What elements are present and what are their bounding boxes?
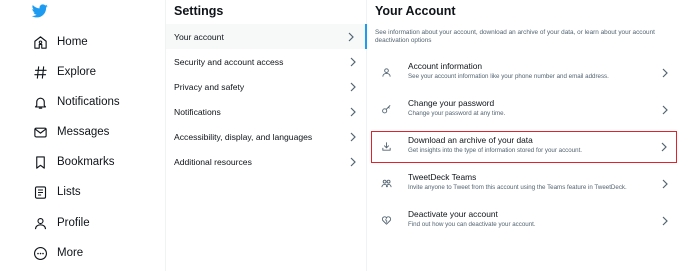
settings-item-label: Security and account access (174, 56, 284, 67)
nav-label-explore: Explore (57, 66, 96, 78)
tweetdeck-teams-item[interactable]: TweetDeck Teams Invite anyone to Tweet f… (371, 168, 677, 200)
chevron-right-icon (661, 142, 667, 152)
account-item-subtitle: Find out how you can deactivate your acc… (408, 221, 536, 228)
nav-home[interactable]: Home (32, 30, 88, 54)
left-navigation: Home Explore Notifications Messages Book… (0, 0, 165, 271)
nav-label-messages: Messages (57, 126, 110, 138)
hashtag-icon (32, 64, 48, 80)
settings-item-notifications[interactable]: Notifications (166, 99, 367, 124)
nav-label-notifications: Notifications (57, 96, 120, 108)
settings-title: Settings (174, 4, 224, 18)
settings-item-label: Accessibility, display, and languages (174, 131, 313, 142)
nav-lists[interactable]: Lists (32, 180, 81, 204)
settings-item-additional-resources[interactable]: Additional resources (166, 149, 367, 174)
account-item-title: Change your password (408, 98, 495, 108)
nav-bookmarks[interactable]: Bookmarks (32, 150, 115, 174)
account-item-subtitle: See your account information like your p… (408, 73, 609, 80)
settings-item-label: Privacy and safety (174, 81, 245, 92)
nav-more[interactable]: More (32, 241, 83, 265)
broken-heart-icon (381, 216, 392, 225)
download-icon (382, 142, 391, 151)
settings-panel: Settings Your account Security and accou… (165, 0, 367, 271)
person-icon (382, 68, 391, 77)
key-icon (382, 105, 391, 114)
nav-notifications[interactable]: Notifications (32, 90, 120, 114)
chevron-right-icon (662, 105, 668, 115)
your-account-panel: Your Account See information about your … (367, 0, 700, 271)
chevron-right-icon (350, 132, 356, 142)
chevron-right-icon (350, 57, 356, 67)
account-information-item[interactable]: Account information See your account inf… (371, 57, 677, 89)
nav-label-bookmarks: Bookmarks (57, 156, 115, 168)
chevron-right-icon (662, 179, 668, 189)
nav-label-lists: Lists (57, 186, 81, 198)
settings-item-label: Additional resources (174, 156, 252, 167)
bookmark-icon (32, 154, 48, 170)
people-icon (381, 179, 392, 188)
chevron-right-icon (350, 157, 356, 167)
settings-item-your-account[interactable]: Your account (166, 24, 367, 49)
list-icon (32, 184, 48, 200)
nav-explore[interactable]: Explore (32, 60, 96, 84)
home-icon (32, 34, 48, 50)
account-item-title: Deactivate your account (408, 209, 498, 219)
your-account-description: See information about your account, down… (375, 29, 655, 45)
your-account-title: Your Account (375, 4, 456, 18)
bell-icon (32, 94, 48, 110)
account-item-title: TweetDeck Teams (408, 172, 477, 182)
chevron-right-icon (350, 82, 356, 92)
account-item-title: Account information (408, 61, 483, 71)
more-icon (32, 245, 48, 261)
settings-item-label: Notifications (174, 106, 221, 117)
envelope-icon (32, 124, 48, 140)
deactivate-account-item[interactable]: Deactivate your account Find out how you… (371, 205, 677, 237)
settings-item-privacy[interactable]: Privacy and safety (166, 74, 367, 99)
nav-messages[interactable]: Messages (32, 120, 109, 144)
chevron-right-icon (662, 216, 668, 226)
chevron-right-icon (662, 68, 668, 78)
settings-item-accessibility[interactable]: Accessibility, display, and languages (166, 124, 367, 149)
download-archive-item[interactable]: Download an archive of your data Get ins… (371, 131, 677, 163)
nav-label-profile: Profile (57, 217, 90, 229)
nav-label-home: Home (57, 36, 88, 48)
account-item-subtitle: Change your password at any time. (408, 110, 506, 117)
account-item-subtitle: Get insights into the type of informatio… (408, 147, 583, 154)
account-item-title: Download an archive of your data (408, 135, 533, 145)
twitter-bird-icon[interactable] (31, 4, 48, 18)
change-password-item[interactable]: Change your password Change your passwor… (371, 94, 677, 126)
nav-label-more: More (57, 247, 84, 259)
person-icon (32, 215, 48, 231)
account-item-subtitle: Invite anyone to Tweet from this account… (408, 184, 627, 191)
chevron-right-icon (350, 107, 356, 117)
nav-profile[interactable]: Profile (32, 211, 90, 235)
settings-item-label: Your account (174, 31, 224, 42)
settings-item-security[interactable]: Security and account access (166, 49, 367, 74)
chevron-right-icon (348, 32, 354, 42)
